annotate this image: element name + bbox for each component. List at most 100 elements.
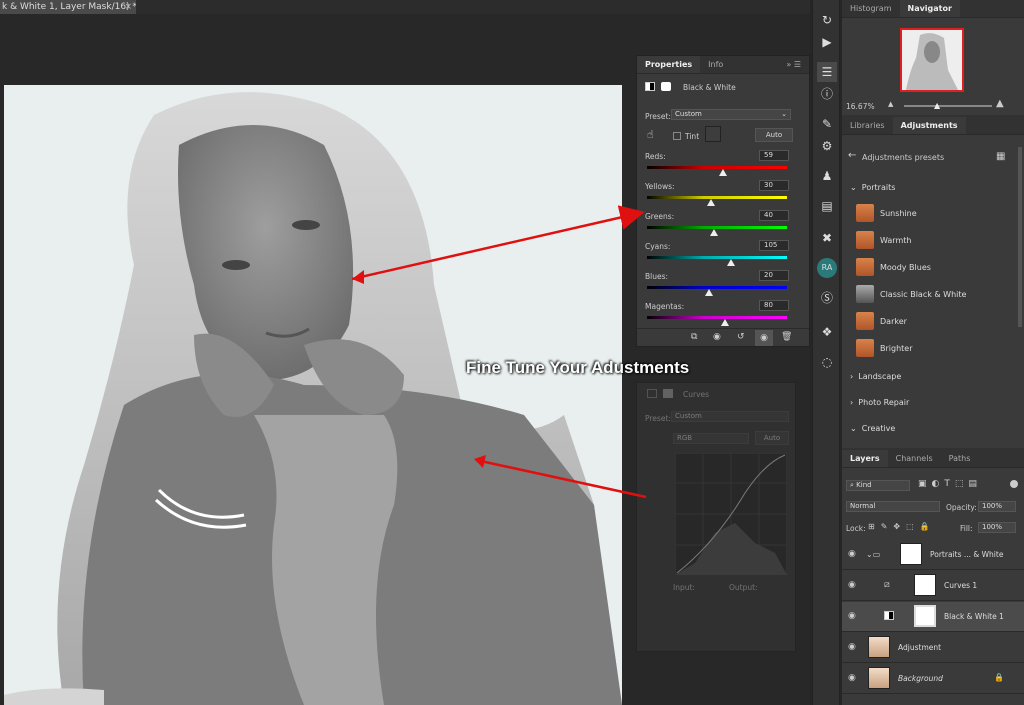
- visibility-eye-icon[interactable]: ◉: [848, 642, 856, 652]
- slider-thumb[interactable]: [704, 289, 713, 296]
- clip-to-layer-icon[interactable]: ⧉: [691, 332, 697, 342]
- s-plugin-icon[interactable]: Ⓢ: [817, 288, 837, 308]
- curves-graph[interactable]: [675, 453, 787, 575]
- layer-row-black-white[interactable]: ◉ Black & White 1: [842, 602, 1024, 632]
- tab-paths[interactable]: Paths: [941, 450, 979, 467]
- preset-item[interactable]: Moody Blues: [856, 257, 931, 277]
- zoom-in-icon[interactable]: ▲: [996, 98, 1004, 109]
- auto-button[interactable]: Auto: [755, 128, 793, 142]
- layer-thumbnail[interactable]: [868, 636, 890, 658]
- slider-thumb[interactable]: [727, 259, 735, 266]
- targeted-adjustment-hand-icon[interactable]: ☝: [647, 128, 654, 141]
- filter-toggle-icon[interactable]: [1010, 480, 1018, 488]
- lock-icons[interactable]: ⊞✎✥⬚🔒: [868, 522, 936, 531]
- tab-channels[interactable]: Channels: [888, 450, 941, 467]
- group-portraits[interactable]: ⌄ Portraits: [850, 183, 895, 192]
- layer-thumbnail[interactable]: [868, 667, 890, 689]
- zoom-value[interactable]: 16.67%: [846, 102, 875, 111]
- view-previous-icon[interactable]: ◉: [713, 332, 721, 342]
- ra-plugin-icon[interactable]: RA: [817, 258, 837, 278]
- slider-thumb[interactable]: [707, 199, 716, 206]
- slider-value-input[interactable]: 20: [759, 270, 789, 281]
- preset-select[interactable]: Custom ⌄: [671, 109, 791, 120]
- layer-mask-thumbnail[interactable]: [914, 574, 936, 596]
- tab-libraries[interactable]: Libraries: [842, 117, 893, 134]
- tab-navigator[interactable]: Navigator: [899, 0, 960, 17]
- group-landscape[interactable]: › Landscape: [850, 372, 901, 381]
- curves-preset-select[interactable]: Custom: [671, 411, 789, 422]
- slider-thumb[interactable]: [718, 169, 727, 176]
- slider-thumb[interactable]: [710, 229, 719, 236]
- zoom-slider-thumb[interactable]: ▲: [934, 101, 940, 110]
- mask-icon[interactable]: [661, 82, 671, 91]
- slider-value-input[interactable]: 40: [759, 210, 789, 221]
- loading-icon[interactable]: ◌: [817, 352, 837, 372]
- document-tab[interactable]: k & White 1, Layer Mask/16) * ×: [0, 0, 136, 14]
- navigator-thumbnail[interactable]: [900, 28, 964, 92]
- slider-value-input[interactable]: 59: [759, 150, 789, 161]
- properties-sliders-icon[interactable]: ☰: [817, 62, 837, 82]
- layer-row-group[interactable]: ◉ ⌄▭ Portraits ... & White: [842, 540, 1024, 570]
- tab-histogram[interactable]: Histogram: [842, 0, 900, 17]
- layer-name[interactable]: Curves 1: [944, 581, 977, 590]
- preset-item[interactable]: Brighter: [856, 338, 913, 358]
- tab-layers[interactable]: Layers: [842, 450, 888, 467]
- zoom-out-icon[interactable]: ▲: [888, 100, 893, 108]
- history-icon[interactable]: ↻: [817, 10, 837, 30]
- visibility-eye-icon[interactable]: ◉: [848, 580, 856, 590]
- preset-item[interactable]: Darker: [856, 311, 907, 331]
- layer-name[interactable]: Adjustment: [898, 643, 941, 652]
- slider-track[interactable]: [647, 256, 787, 259]
- layer-row-curves[interactable]: ◉ ⧄ Curves 1: [842, 571, 1024, 601]
- slider-track[interactable]: [647, 286, 787, 289]
- layer-mask-thumbnail[interactable]: [900, 543, 922, 565]
- actions-play-icon[interactable]: ▶: [817, 32, 837, 52]
- grid-view-icon[interactable]: ▦: [996, 151, 1005, 162]
- group-icon[interactable]: ❖: [817, 322, 837, 342]
- filter-kind-select[interactable]: ⌕ Kind: [846, 480, 910, 491]
- tint-checkbox[interactable]: [673, 132, 681, 140]
- slider-thumb[interactable]: [721, 319, 730, 326]
- reset-icon[interactable]: ↺: [737, 332, 745, 342]
- plugin-icon[interactable]: ▤: [817, 196, 837, 216]
- info-icon[interactable]: ⓘ: [817, 84, 837, 104]
- slider-value-input[interactable]: 30: [759, 180, 789, 191]
- slider-track[interactable]: [647, 316, 787, 319]
- filter-icons[interactable]: ▣◐T⬚▤: [918, 479, 982, 489]
- slider-track[interactable]: [647, 196, 787, 199]
- brush-icon[interactable]: ✎: [817, 114, 837, 134]
- preset-item[interactable]: Classic Black & White: [856, 284, 966, 304]
- layer-mask-thumbnail[interactable]: [914, 605, 936, 627]
- zoom-slider[interactable]: [904, 105, 992, 107]
- slider-value-input[interactable]: 80: [759, 300, 789, 311]
- tab-info[interactable]: Info: [700, 56, 731, 73]
- adjustments-scrollbar[interactable]: [1018, 147, 1022, 327]
- tab-properties[interactable]: Properties: [637, 56, 701, 73]
- visibility-eye-icon[interactable]: ◉: [755, 330, 773, 346]
- brush-settings-icon[interactable]: ⚙: [817, 136, 837, 156]
- group-creative[interactable]: ⌄ Creative: [850, 424, 895, 433]
- visibility-eye-icon[interactable]: ◉: [848, 611, 856, 621]
- opacity-input[interactable]: 100%: [978, 501, 1016, 512]
- curves-channel-select[interactable]: RGB: [673, 433, 749, 444]
- group-photo-repair[interactable]: › Photo Repair: [850, 398, 909, 407]
- x-plugin-icon[interactable]: ✖: [817, 228, 837, 248]
- preset-item[interactable]: Warmth: [856, 230, 911, 250]
- layer-name[interactable]: Portraits ... & White: [930, 550, 1003, 559]
- layer-row-adjustment[interactable]: ◉ Adjustment: [842, 633, 1024, 663]
- blend-mode-select[interactable]: Normal: [846, 501, 940, 512]
- layer-name[interactable]: Background: [898, 674, 943, 683]
- curves-auto-button[interactable]: Auto: [755, 431, 789, 445]
- panel-menu-icon[interactable]: » ☰: [778, 56, 809, 73]
- close-tab-icon[interactable]: ×: [124, 0, 132, 14]
- slider-value-input[interactable]: 105: [759, 240, 789, 251]
- preset-item[interactable]: Sunshine: [856, 203, 917, 223]
- document-photo[interactable]: [4, 85, 622, 705]
- visibility-eye-icon[interactable]: ◉: [848, 549, 856, 559]
- layer-row-background[interactable]: ◉ Background 🔒: [842, 664, 1024, 694]
- fill-input[interactable]: 100%: [978, 522, 1016, 533]
- folder-icon[interactable]: ⌄▭: [866, 550, 880, 559]
- back-arrow-icon[interactable]: ←: [848, 150, 856, 161]
- layer-name[interactable]: Black & White 1: [944, 612, 1004, 621]
- delete-trash-icon[interactable]: 🗑: [781, 332, 792, 342]
